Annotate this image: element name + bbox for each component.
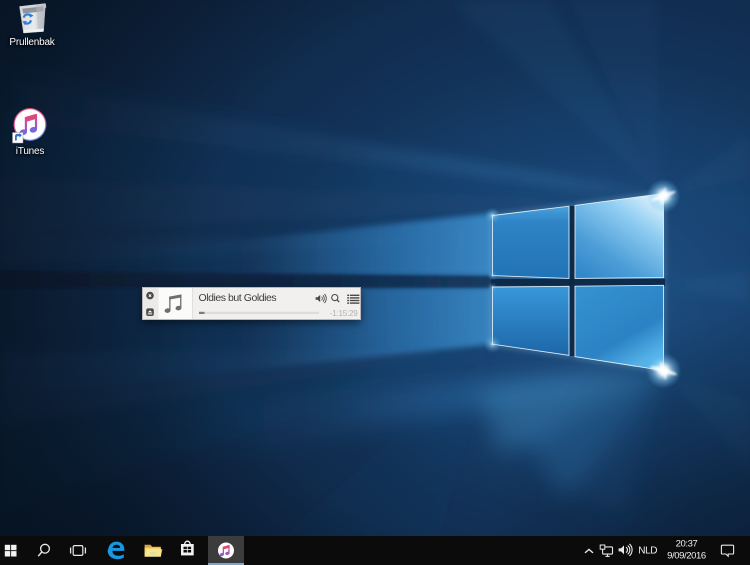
svg-text:9/09/2016: 9/09/2016 [667,551,706,562]
svg-text:Oldies but Goldies: Oldies but Goldies [199,292,277,304]
svg-text:20:37: 20:37 [676,538,698,549]
svg-text:-1:15:29: -1:15:29 [330,309,359,318]
svg-text:NLD: NLD [638,546,657,557]
